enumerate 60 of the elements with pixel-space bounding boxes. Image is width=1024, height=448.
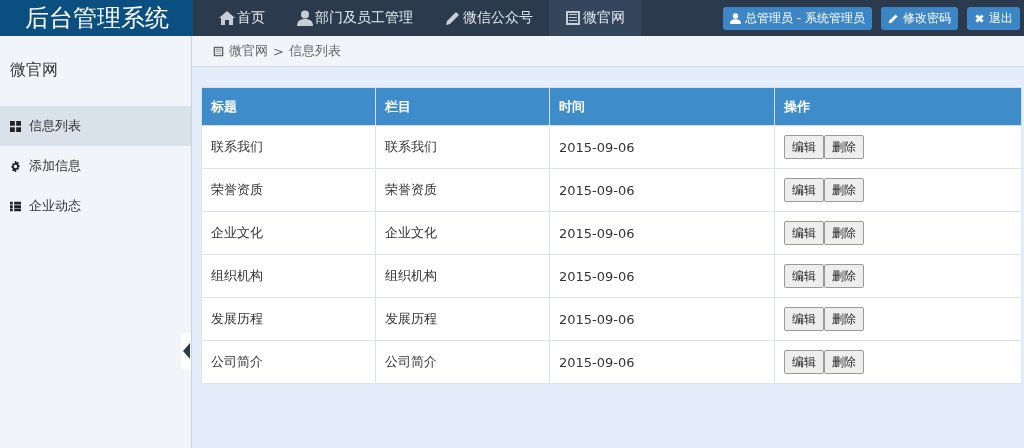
column-header: 标题 xyxy=(201,87,376,126)
table-cell: 2015-09-06 xyxy=(549,254,775,298)
document-icon xyxy=(565,10,581,26)
edit-button[interactable]: 编辑 xyxy=(784,221,824,245)
table-cell: 公司简介 xyxy=(375,340,550,384)
nav-tab[interactable]: 微信公众号 xyxy=(429,0,549,36)
delete-button[interactable]: 删除 xyxy=(824,307,864,331)
pencil-icon xyxy=(445,10,461,26)
nav-tab[interactable]: 微官网 xyxy=(549,0,641,36)
table-cell: 企业文化 xyxy=(375,211,550,255)
table-cell: 发展历程 xyxy=(201,297,376,341)
column-header: 操作 xyxy=(774,87,1022,126)
column-header: 时间 xyxy=(549,87,775,126)
sidebar-item[interactable]: 企业动态 xyxy=(0,186,191,226)
sidebar-item[interactable]: 添加信息 xyxy=(0,146,191,186)
breadcrumb-separator: > xyxy=(273,43,284,59)
edit-button[interactable]: 编辑 xyxy=(784,178,824,202)
table-cell: 2015-09-06 xyxy=(549,168,775,212)
pencil-icon xyxy=(888,12,899,24)
gear-icon xyxy=(10,160,21,172)
column-header: 栏目 xyxy=(375,87,550,126)
document-icon xyxy=(213,45,224,57)
sidebar-item[interactable]: 信息列表 xyxy=(0,106,191,146)
person-icon xyxy=(297,10,313,26)
sidebar-title: 微官网 xyxy=(9,59,59,81)
table-cell: 组织机构 xyxy=(201,254,376,298)
account-button[interactable]: 总管理员 - 系统管理员 xyxy=(723,6,872,30)
logout-button[interactable]: 退出 xyxy=(967,6,1020,30)
delete-button[interactable]: 删除 xyxy=(824,178,864,202)
table-cell: 发展历程 xyxy=(375,297,550,341)
nav-tab[interactable]: 部门及员工管理 xyxy=(281,0,429,36)
home-icon xyxy=(219,10,235,26)
list-icon xyxy=(10,200,21,212)
delete-button[interactable]: 删除 xyxy=(824,350,864,374)
grid-icon xyxy=(10,120,21,132)
table-cell: 荣誉资质 xyxy=(201,168,376,212)
table-cell: 组织机构 xyxy=(375,254,550,298)
change-password-button[interactable]: 修改密码 xyxy=(881,6,958,30)
nav-tab[interactable]: 首页 xyxy=(203,0,281,36)
edit-button[interactable]: 编辑 xyxy=(784,264,824,288)
breadcrumb-link[interactable]: 微官网 xyxy=(229,42,268,60)
breadcrumb-current: 信息列表 xyxy=(288,42,341,60)
table-cell: 2015-09-06 xyxy=(549,125,775,169)
table-cell: 联系我们 xyxy=(375,125,550,169)
table-cell: 荣誉资质 xyxy=(375,168,550,212)
person-icon xyxy=(730,12,742,24)
delete-button[interactable]: 删除 xyxy=(824,264,864,288)
close-icon xyxy=(974,12,985,24)
table-cell: 公司简介 xyxy=(201,340,376,384)
edit-button[interactable]: 编辑 xyxy=(784,307,824,331)
delete-button[interactable]: 删除 xyxy=(824,135,864,159)
table-cell: 2015-09-06 xyxy=(549,211,775,255)
edit-button[interactable]: 编辑 xyxy=(784,350,824,374)
edit-button[interactable]: 编辑 xyxy=(784,135,824,159)
table-cell: 企业文化 xyxy=(201,211,376,255)
app-title: 后台管理系统 xyxy=(0,0,193,36)
table-cell: 2015-09-06 xyxy=(549,340,775,384)
table-cell: 2015-09-06 xyxy=(549,297,775,341)
table-cell: 联系我们 xyxy=(201,125,376,169)
delete-button[interactable]: 删除 xyxy=(824,221,864,245)
